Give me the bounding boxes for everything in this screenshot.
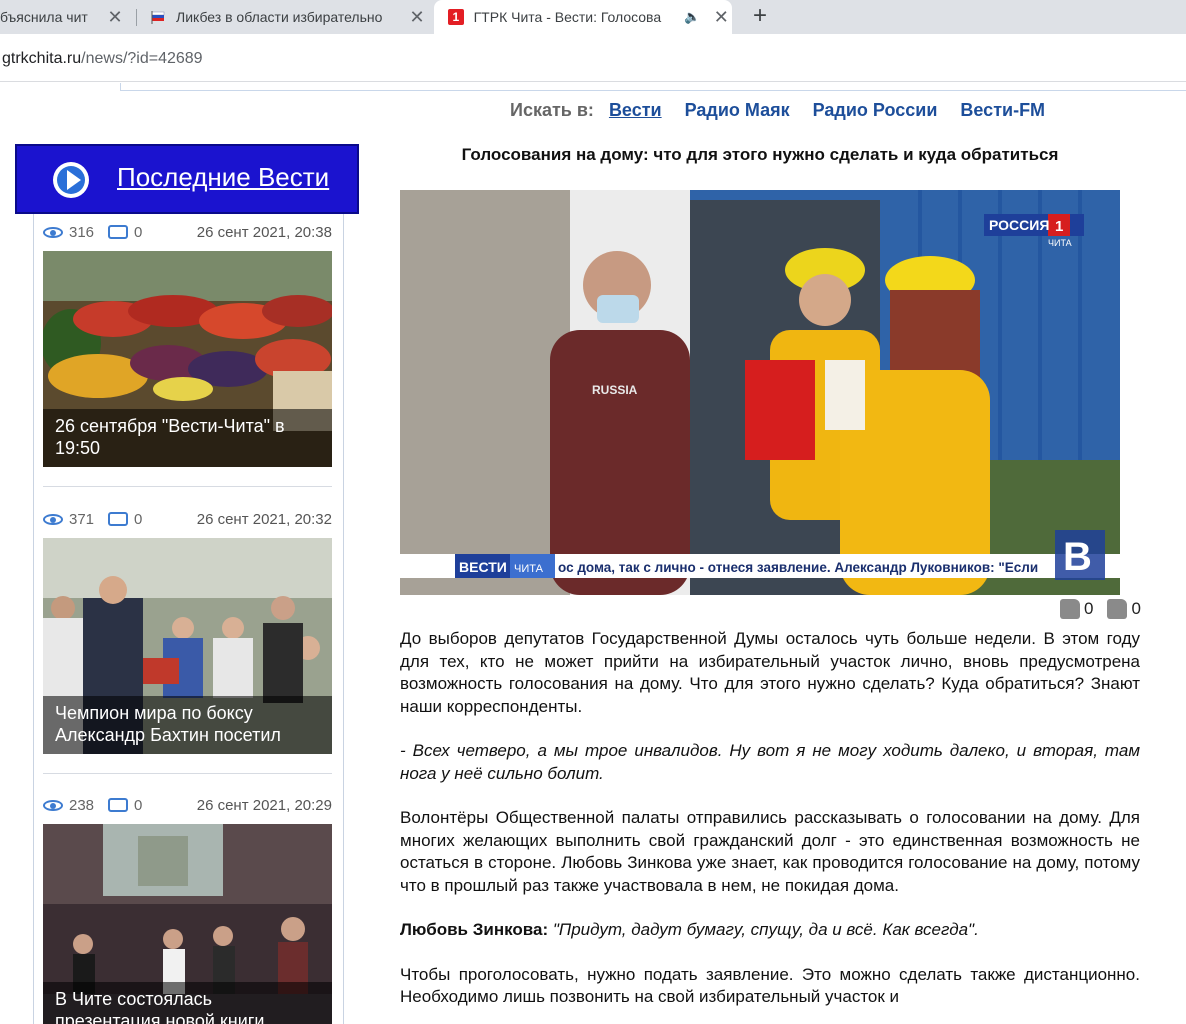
- ticker-brand: ВЕСТИ: [459, 559, 507, 575]
- dislike-count: 0: [1131, 599, 1141, 618]
- news-date: 26 сент 2021, 20:32: [196, 510, 332, 528]
- comment-icon: [108, 512, 129, 526]
- url-path: /news/?id=42689: [81, 50, 203, 67]
- search-link-mayak[interactable]: Радио Маяк: [685, 100, 790, 120]
- search-sources: Искать в: Вести Радио Маяк Радио России …: [510, 100, 1063, 121]
- channel-logo-text: РОССИЯ: [989, 217, 1049, 233]
- comment-icon: [108, 225, 129, 239]
- article-body: До выборов депутатов Государственной Дум…: [400, 628, 1140, 1024]
- news-caption[interactable]: Чемпион мира по боксу Александр Бахтин п…: [43, 696, 332, 754]
- eye-icon: [43, 226, 63, 238]
- search-link-vesti-fm[interactable]: Вести-FM: [960, 100, 1045, 120]
- browser-tab[interactable]: бъяснила чит ✕: [0, 0, 132, 34]
- news-item[interactable]: 238 0 26 сент 2021, 20:29 В Чите состоял…: [43, 792, 332, 1024]
- thumbs-up-icon[interactable]: [1060, 599, 1080, 619]
- speaker-quote: "Придут, дадут бумагу, спущу, да и всё. …: [552, 920, 979, 939]
- like-count: 0: [1084, 599, 1094, 618]
- speaker-name: Любовь Зинкова:: [400, 920, 549, 939]
- speaker-icon[interactable]: 🔈: [684, 9, 700, 25]
- eye-icon: [43, 513, 63, 525]
- news-divider: [43, 773, 332, 774]
- flag-icon: [150, 9, 166, 25]
- sidebar-title[interactable]: Последние Вести: [117, 162, 329, 193]
- comment-count: 0: [134, 796, 143, 814]
- browser-tab-active[interactable]: 1 ГТРК Чита - Вести: Голосова 🔈 ✕: [434, 0, 732, 34]
- tab-title: бъяснила чит: [0, 9, 88, 25]
- article-quote: - Всех четверо, а мы трое инвалидов. Ну …: [400, 741, 1140, 783]
- comment-count: 0: [134, 510, 143, 528]
- web-page: Искать в: Вести Радио Маяк Радио России …: [0, 83, 1186, 1024]
- article-paragraph: Чтобы проголосовать, нужно подать заявле…: [400, 964, 1140, 1007]
- tab-separator: [136, 9, 137, 26]
- news-caption[interactable]: В Чите состоялась презентация новой книг…: [43, 982, 332, 1024]
- news-item[interactable]: 316 0 26 сент 2021, 20:38 26 сентября "В…: [43, 219, 332, 467]
- news-caption[interactable]: 26 сентября "Вести-Чита" в 19:50: [43, 409, 332, 467]
- play-triangle: [67, 170, 81, 190]
- tab-title: ГТРК Чита - Вести: Голосова: [473, 9, 662, 25]
- tab-title: Ликбез в области избирательно: [176, 9, 383, 25]
- view-count: 371: [69, 510, 95, 528]
- view-count: 238: [69, 796, 95, 814]
- corner-logo: В: [1063, 535, 1092, 579]
- ticker-text: ос дома, так с лично - отнеся заявление.…: [558, 560, 1038, 575]
- comment-icon: [108, 798, 129, 812]
- article-paragraph: Волонтёры Общественной палаты отправилис…: [400, 808, 1140, 895]
- article-paragraph: До выборов депутатов Государственной Дум…: [400, 629, 1140, 716]
- news-date: 26 сент 2021, 20:38: [196, 223, 332, 241]
- thumbs-down-icon[interactable]: [1107, 599, 1128, 619]
- video-frame: РОССИЯ 1 ЧИТА RUSSIA ВЕСТИ ЧИТА ос дома,…: [400, 190, 1120, 595]
- news-date: 26 сент 2021, 20:29: [196, 796, 332, 814]
- new-tab-button[interactable]: +: [748, 2, 772, 30]
- url-host: gtrkchita.ru: [2, 50, 82, 67]
- article-title: Голосования на дому: что для этого нужно…: [461, 145, 1059, 164]
- news-thumbnail[interactable]: В Чите состоялась презентация новой книг…: [43, 824, 332, 1024]
- news-divider: [43, 486, 332, 487]
- news-thumbnail[interactable]: Чемпион мира по боксу Александр Бахтин п…: [43, 538, 332, 754]
- close-icon[interactable]: ✕: [711, 7, 732, 28]
- ticker-sub: ЧИТА: [514, 563, 544, 575]
- search-label: Искать в:: [510, 100, 594, 120]
- news-meta: 371 0 26 сент 2021, 20:32: [43, 506, 332, 532]
- close-icon[interactable]: ✕: [104, 7, 126, 28]
- top-search-strip: [120, 83, 1186, 91]
- eye-icon: [43, 799, 63, 811]
- view-count: 316: [69, 223, 95, 241]
- address-bar[interactable]: gtrkchita.ru/news/?id=42689: [0, 34, 1186, 82]
- news-item[interactable]: 371 0 26 сент 2021, 20:32 Чемпион мира п…: [43, 506, 332, 754]
- channel-logo-number: 1: [1055, 218, 1063, 235]
- news-meta: 238 0 26 сент 2021, 20:29: [43, 792, 332, 818]
- article-speaker-line: Любовь Зинкова: "Придут, дадут бумагу, с…: [400, 919, 1140, 942]
- comment-count: 0: [134, 223, 143, 241]
- close-icon[interactable]: ✕: [406, 7, 428, 28]
- browser-tab-bar: бъяснила чит ✕ Ликбез в области избирате…: [0, 0, 1186, 34]
- video-player[interactable]: РОССИЯ 1 ЧИТА RUSSIA ВЕСТИ ЧИТА ос дома,…: [400, 190, 1120, 595]
- browser-tab[interactable]: Ликбез в области избирательно ✕: [146, 0, 428, 34]
- shirt-text: RUSSIA: [592, 383, 638, 397]
- channel-one-icon: 1: [448, 9, 464, 25]
- url-field[interactable]: gtrkchita.ru/news/?id=42689: [2, 50, 203, 68]
- vote-bar: 0 0: [1060, 599, 1141, 619]
- sidebar-header[interactable]: Последние Вести: [15, 144, 359, 214]
- news-thumbnail[interactable]: 26 сентября "Вести-Чита" в 19:50: [43, 251, 332, 467]
- search-link-vesti[interactable]: Вести: [609, 100, 662, 120]
- search-link-radio-rossii[interactable]: Радио России: [813, 100, 938, 120]
- channel-logo-sub: ЧИТА: [1048, 238, 1072, 248]
- news-meta: 316 0 26 сент 2021, 20:38: [43, 219, 332, 245]
